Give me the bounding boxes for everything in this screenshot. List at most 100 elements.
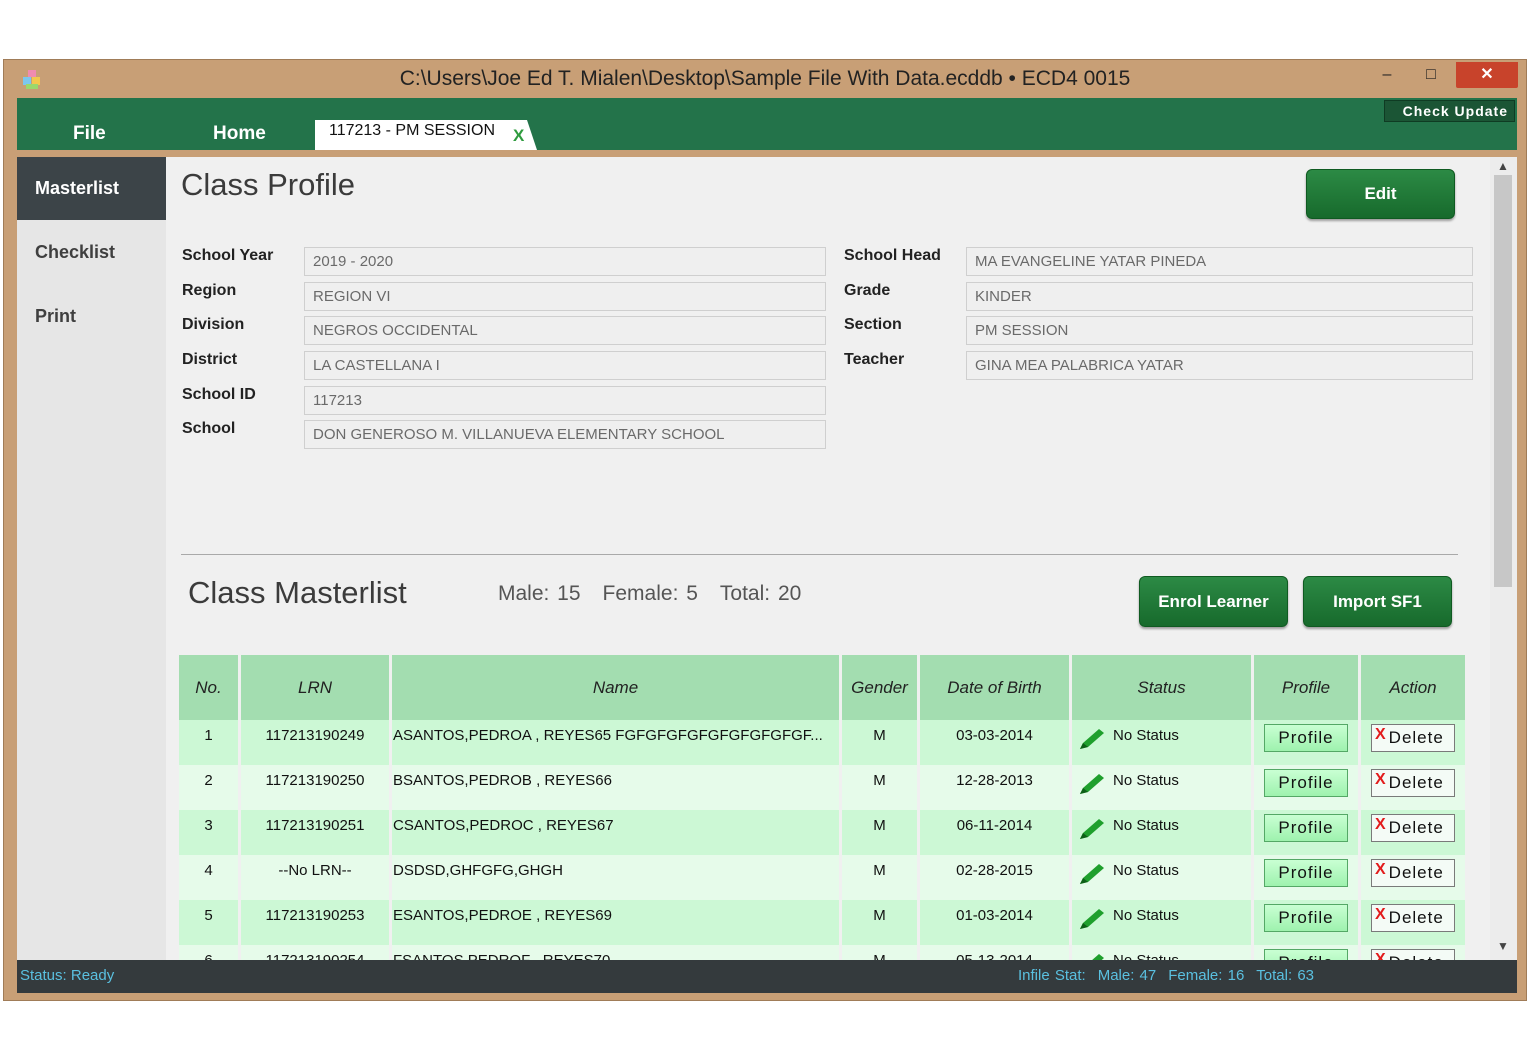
cell-status: No Status — [1072, 720, 1251, 765]
maximize-button[interactable]: □ — [1414, 62, 1448, 88]
column-header[interactable]: Status — [1072, 655, 1251, 720]
status-text: No Status — [1113, 771, 1179, 789]
column-header[interactable]: Name — [392, 655, 839, 720]
cell-no: 5 — [179, 900, 238, 945]
cell-lrn: 117213190251 — [241, 810, 389, 855]
pencil-icon[interactable] — [1077, 817, 1107, 841]
school-year-field[interactable]: 2019 - 2020 — [304, 247, 826, 276]
tab-home[interactable]: Home — [213, 123, 266, 145]
cell-status: No Status — [1072, 810, 1251, 855]
status-bar: Status: Ready Infile Stat: Male: 47 Female… — [17, 960, 1517, 993]
profile-button[interactable]: Profile — [1264, 949, 1348, 960]
cell-profile: Profile — [1254, 810, 1358, 855]
cell-action: XDelete — [1361, 855, 1465, 900]
scroll-down-icon[interactable]: ▼ — [1497, 939, 1509, 953]
enrol-learner-button[interactable]: Enrol Learner — [1139, 576, 1288, 627]
delete-button[interactable]: XDelete — [1371, 904, 1455, 932]
scroll-up-icon[interactable]: ▲ — [1497, 159, 1509, 173]
table-row[interactable]: 5 117213190253 ESANTOS,PEDROE , REYES69 … — [179, 900, 1465, 945]
cell-no: 2 — [179, 765, 238, 810]
school-head-field[interactable]: MA EVANGELINE YATAR PINEDA — [966, 247, 1473, 276]
delete-x-icon: X — [1375, 726, 1387, 743]
region-field[interactable]: REGION VI — [304, 282, 826, 311]
cell-no: 6 — [179, 945, 238, 960]
profile-button[interactable]: Profile — [1264, 814, 1348, 842]
infile-total: Total: 63 — [1256, 967, 1315, 984]
delete-label: Delete — [1388, 773, 1444, 792]
cell-action: XDelete — [1361, 720, 1465, 765]
tab-close-icon[interactable]: X — [513, 126, 524, 146]
sidebar-item-masterlist[interactable]: Masterlist — [17, 157, 166, 220]
table-row[interactable]: 2 117213190250 BSANTOS,PEDROB , REYES66 … — [179, 765, 1465, 810]
cell-no: 4 — [179, 855, 238, 900]
pencil-icon[interactable] — [1077, 862, 1107, 886]
status-text: Status: Ready — [20, 967, 115, 984]
edit-button[interactable]: Edit — [1306, 169, 1455, 219]
cell-profile: Profile — [1254, 900, 1358, 945]
cell-gender: M — [842, 765, 917, 810]
table-row[interactable]: 3 117213190251 CSANTOS,PEDROC , REYES67 … — [179, 810, 1465, 855]
cell-no: 3 — [179, 810, 238, 855]
delete-label: Delete — [1388, 908, 1444, 927]
tab-file[interactable]: File — [73, 123, 106, 145]
district-field[interactable]: LA CASTELLANA I — [304, 351, 826, 380]
cell-lrn: 117213190253 — [241, 900, 389, 945]
import-sf1-button[interactable]: Import SF1 — [1303, 576, 1452, 627]
cell-action: XDelete — [1361, 900, 1465, 945]
cell-lrn: 117213190249 — [241, 720, 389, 765]
cell-name: ASANTOS,PEDROA , REYES65 FGFGFGFGFGFGFGF… — [392, 720, 839, 765]
main-content: Class Profile Edit School Year 2019 - 20… — [166, 157, 1490, 960]
delete-x-icon: X — [1375, 906, 1387, 923]
column-header[interactable]: Gender — [842, 655, 917, 720]
column-header[interactable]: No. — [179, 655, 238, 720]
cell-gender: M — [842, 945, 917, 960]
grade-field[interactable]: KINDER — [966, 282, 1473, 311]
masterlist-counts: Male: 15 Female: 5 Total: 20 — [498, 582, 823, 606]
school-label: School — [182, 420, 236, 437]
window-title: C:\Users\Joe Ed T. Mialen\Desktop\Sample… — [399, 67, 1131, 90]
check-update-button[interactable]: Check Update — [1383, 100, 1515, 122]
profile-button[interactable]: Profile — [1264, 724, 1348, 752]
delete-button[interactable]: XDelete — [1371, 949, 1455, 960]
pencil-icon[interactable] — [1077, 907, 1107, 931]
profile-button[interactable]: Profile — [1264, 769, 1348, 797]
status-text: No Status — [1113, 906, 1179, 924]
school-field[interactable]: DON GENEROSO M. VILLANUEVA ELEMENTARY SC… — [304, 420, 826, 449]
scrollbar-thumb[interactable] — [1494, 175, 1512, 587]
delete-button[interactable]: XDelete — [1371, 814, 1455, 842]
table-row[interactable]: 6 117213190254 FSANTOS,PEDROF , REYES70 … — [179, 945, 1465, 960]
pencil-icon[interactable] — [1077, 952, 1107, 960]
pencil-icon[interactable] — [1077, 772, 1107, 796]
column-header[interactable]: Date of Birth — [920, 655, 1069, 720]
cell-name: CSANTOS,PEDROC , REYES67 — [392, 810, 839, 855]
cell-dob: 03-03-2014 — [920, 720, 1069, 765]
delete-x-icon: X — [1375, 771, 1387, 788]
delete-button[interactable]: XDelete — [1371, 769, 1455, 797]
sidebar-item-print[interactable]: Print — [17, 285, 166, 348]
column-header[interactable]: Profile — [1254, 655, 1358, 720]
column-header[interactable]: Action — [1361, 655, 1465, 720]
pencil-icon[interactable] — [1077, 727, 1107, 751]
tab-session[interactable]: 117213 - PM SESSION X — [315, 120, 537, 150]
cell-profile: Profile — [1254, 855, 1358, 900]
profile-button[interactable]: Profile — [1264, 904, 1348, 932]
close-window-button[interactable]: ✕ — [1456, 62, 1518, 88]
sidebar: Masterlist Checklist Print — [17, 157, 166, 960]
total-count: Total: 20 — [719, 582, 802, 605]
delete-button[interactable]: XDelete — [1371, 724, 1455, 752]
sidebar-item-checklist[interactable]: Checklist — [17, 221, 166, 284]
teacher-field[interactable]: GINA MEA PALABRICA YATAR — [966, 351, 1473, 380]
section-field[interactable]: PM SESSION — [966, 316, 1473, 345]
profile-button[interactable]: Profile — [1264, 859, 1348, 887]
table-row[interactable]: 1 117213190249 ASANTOS,PEDROA , REYES65 … — [179, 720, 1465, 765]
delete-label: Delete — [1388, 728, 1444, 747]
minimize-button[interactable]: – — [1370, 62, 1404, 88]
vertical-scrollbar[interactable]: ▲ ▼ — [1490, 157, 1517, 960]
cell-profile: Profile — [1254, 720, 1358, 765]
school-id-field[interactable]: 117213 — [304, 386, 826, 415]
table-row[interactable]: 4 --No LRN-- DSDSD,GHFGFG,GHGH M 02-28-2… — [179, 855, 1465, 900]
delete-x-icon: X — [1375, 861, 1387, 878]
delete-button[interactable]: XDelete — [1371, 859, 1455, 887]
column-header[interactable]: LRN — [241, 655, 389, 720]
division-field[interactable]: NEGROS OCCIDENTAL — [304, 316, 826, 345]
